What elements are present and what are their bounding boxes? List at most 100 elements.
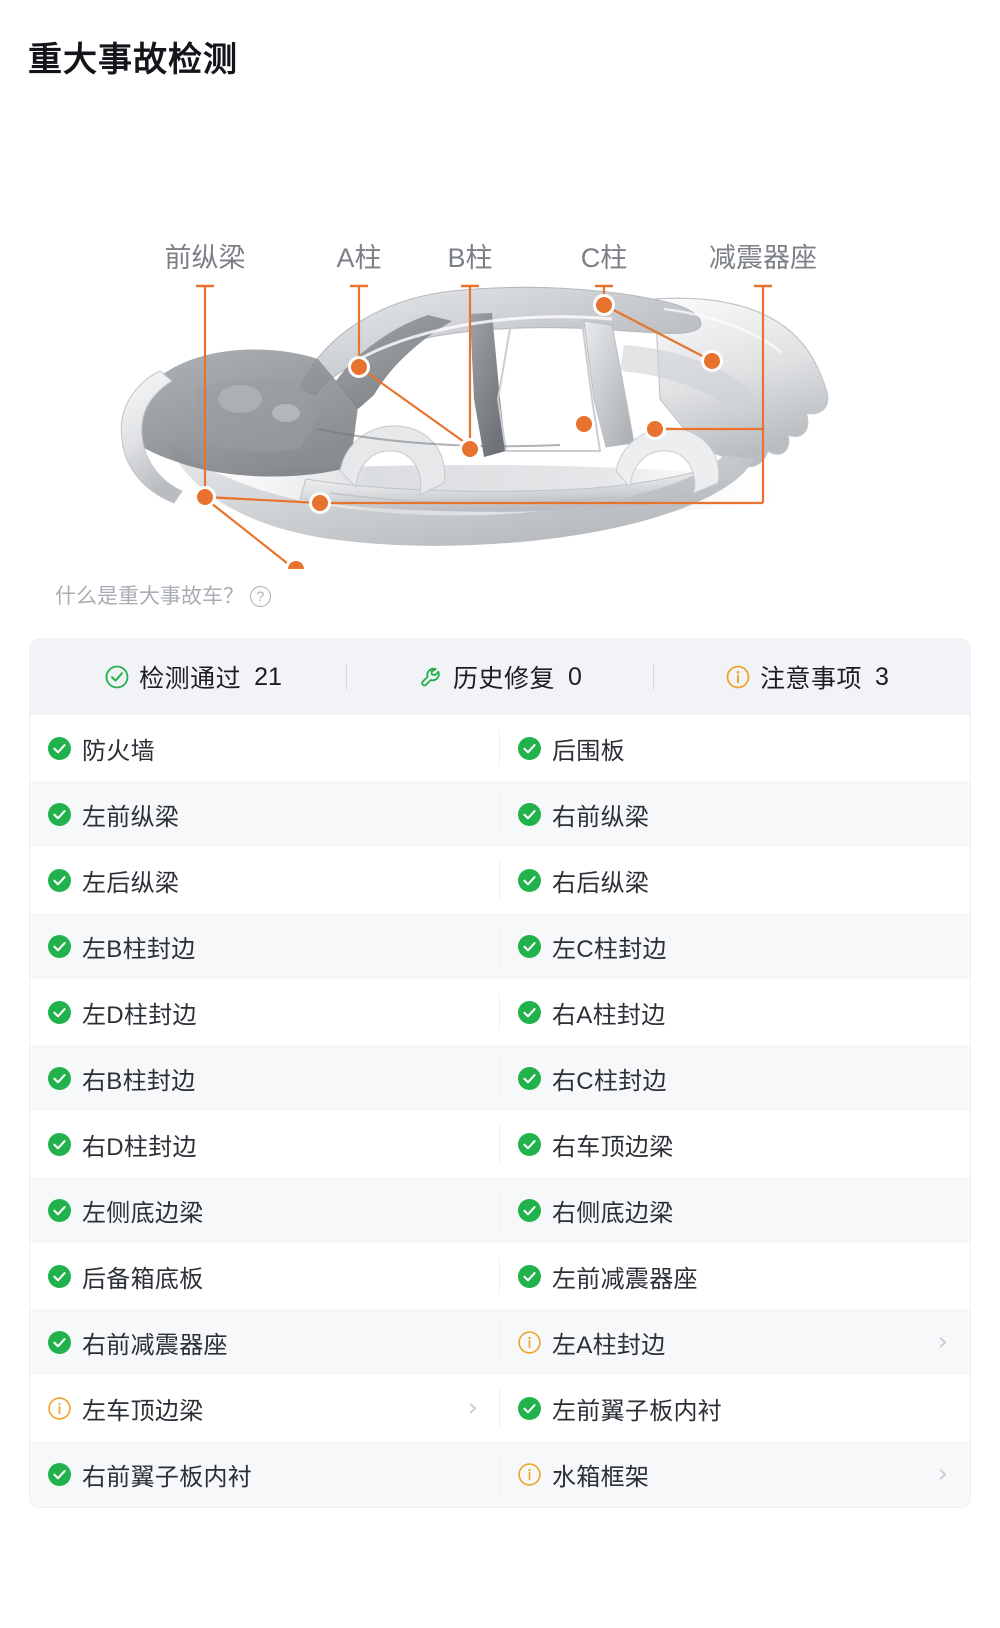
inspection-item-19: 右前减震器座: [30, 1309, 500, 1375]
what-is-major-accident-link[interactable]: 什么是重大事故车？ ?: [0, 569, 1000, 615]
check-circle-filled-icon: [48, 736, 71, 760]
check-circle-outline-icon: [104, 664, 130, 690]
check-circle-filled-icon: [48, 1066, 71, 1090]
inspection-item-label: 左前减震器座: [552, 1265, 698, 1293]
inspection-item-18: 左前减震器座: [500, 1243, 970, 1309]
inspection-item-label: 左A柱封边: [552, 1331, 666, 1359]
inspection-item-10: 右A柱封边: [500, 979, 970, 1045]
inspection-item-label: 左C柱封边: [552, 935, 667, 963]
inspection-item-label: 后围板: [552, 737, 625, 765]
inspection-item-label: 右C柱封边: [552, 1067, 667, 1095]
inspection-item-7: 左B柱封边: [30, 913, 500, 979]
summary-item-repaired[interactable]: 历史修复 0: [347, 659, 653, 695]
summary-label-passed: 检测通过: [139, 665, 242, 693]
inspection-item-11: 右B柱封边: [30, 1045, 500, 1111]
inspection-item-17: 后备箱底板: [30, 1243, 500, 1309]
inspection-item-label: 左前翼子板内衬: [552, 1397, 723, 1425]
inspection-card: 检测通过 21 历史修复 0 注意事项 3 防火墙 后围板 左前纵梁 右前纵梁 …: [30, 639, 970, 1507]
summary-label-notices: 注意事项: [760, 665, 863, 693]
inspection-item-24[interactable]: 水箱框架 ›: [500, 1441, 970, 1507]
inspection-item-8: 左C柱封边: [500, 913, 970, 979]
summary-item-notices[interactable]: 注意事项 3: [654, 659, 960, 695]
inspection-item-label: 右B柱封边: [82, 1067, 196, 1095]
check-circle-filled-icon: [518, 934, 541, 958]
inspection-item-label: 左D柱封边: [82, 1001, 197, 1029]
inspection-item-label: 防火墙: [82, 737, 155, 765]
inspection-item-label: 右后纵梁: [552, 869, 650, 897]
inspection-item-label: 右前纵梁: [552, 803, 650, 831]
inspection-item-label: 右前减震器座: [82, 1331, 228, 1359]
inspection-item-4: 右前纵梁: [500, 781, 970, 847]
check-circle-filled-icon: [48, 868, 71, 892]
inspection-item-label: 右侧底边梁: [552, 1199, 674, 1227]
inspection-item-label: 右车顶边梁: [552, 1133, 674, 1161]
inspection-item-12: 右C柱封边: [500, 1045, 970, 1111]
check-circle-filled-icon: [48, 1330, 71, 1354]
info-circle-icon: [48, 1396, 71, 1420]
wrench-icon: [418, 664, 444, 690]
summary-count-repaired: 0: [568, 662, 582, 691]
check-circle-filled-icon: [518, 1396, 541, 1420]
inspection-item-1: 防火墙: [30, 715, 500, 781]
question-circle-icon[interactable]: ?: [250, 585, 271, 607]
inspection-item-20[interactable]: 左A柱封边 ›: [500, 1309, 970, 1375]
inspection-item-2: 后围板: [500, 715, 970, 781]
inspection-item-9: 左D柱封边: [30, 979, 500, 1045]
summary-item-passed[interactable]: 检测通过 21: [40, 659, 346, 695]
check-circle-filled-icon: [518, 1264, 541, 1288]
info-circle-icon: [518, 1462, 541, 1486]
inspection-item-label: 右D柱封边: [82, 1133, 197, 1161]
chevron-right-icon[interactable]: ›: [938, 1461, 948, 1487]
inspection-item-label: 左B柱封边: [82, 935, 196, 963]
check-circle-filled-icon: [518, 736, 541, 760]
check-circle-filled-icon: [518, 1066, 541, 1090]
inspection-item-label: 右A柱封边: [552, 1001, 666, 1029]
inspection-item-list: 防火墙 后围板左前纵梁 右前纵梁左后纵梁 右后纵梁左B柱封边 左C柱封边左D柱封边 右A柱…: [30, 715, 970, 1507]
car-body-diagram: 前纵梁 A柱 B柱 C柱 减震器座: [0, 99, 1000, 569]
check-circle-filled-icon: [48, 1264, 71, 1288]
inspection-item-label: 左车顶边梁: [82, 1397, 204, 1425]
inspection-item-15: 左侧底边梁: [30, 1177, 500, 1243]
hint-text: 什么是重大事故车？: [55, 585, 244, 608]
check-circle-filled-icon: [518, 802, 541, 826]
info-circle-icon: [518, 1330, 541, 1354]
inspection-item-13: 右D柱封边: [30, 1111, 500, 1177]
inspection-item-label: 左后纵梁: [82, 869, 180, 897]
inspection-item-6: 右后纵梁: [500, 847, 970, 913]
check-circle-filled-icon: [48, 1132, 71, 1156]
diagram-label: 减震器座: [709, 243, 817, 273]
check-circle-filled-icon: [48, 934, 71, 958]
summary-count-passed: 21: [254, 662, 282, 691]
page-title: 重大事故检测: [28, 41, 238, 79]
inspection-summary: 检测通过 21 历史修复 0 注意事项 3: [30, 639, 970, 715]
check-circle-filled-icon: [518, 1132, 541, 1156]
diagram-label: C柱: [581, 243, 628, 273]
chevron-right-icon[interactable]: ›: [468, 1395, 478, 1421]
check-circle-filled-icon: [48, 1462, 71, 1486]
inspection-item-14: 右车顶边梁: [500, 1111, 970, 1177]
inspection-item-label: 水箱框架: [552, 1463, 650, 1491]
inspection-item-16: 右侧底边梁: [500, 1177, 970, 1243]
inspection-item-label: 右前翼子板内衬: [82, 1463, 253, 1491]
info-circle-icon: [725, 664, 751, 690]
diagram-label: A柱: [336, 243, 381, 273]
check-circle-filled-icon: [518, 1000, 541, 1024]
chevron-right-icon[interactable]: ›: [938, 1329, 948, 1355]
inspection-item-3: 左前纵梁: [30, 781, 500, 847]
check-circle-filled-icon: [518, 1198, 541, 1222]
inspection-item-label: 后备箱底板: [82, 1265, 204, 1293]
inspection-item-5: 左后纵梁: [30, 847, 500, 913]
diagram-label: 前纵梁: [165, 243, 246, 273]
inspection-item-21[interactable]: 左车顶边梁 ›: [30, 1375, 500, 1441]
inspection-item-23: 右前翼子板内衬: [30, 1441, 500, 1507]
check-circle-filled-icon: [48, 1198, 71, 1222]
summary-label-repaired: 历史修复: [453, 665, 556, 693]
diagram-label: B柱: [447, 243, 492, 273]
inspection-item-22: 左前翼子板内衬: [500, 1375, 970, 1441]
car-body-illustration: 前纵梁 A柱 B柱 C柱 减震器座: [120, 243, 829, 569]
inspection-item-label: 左前纵梁: [82, 803, 180, 831]
inspection-item-label: 左侧底边梁: [82, 1199, 204, 1227]
check-circle-filled-icon: [48, 802, 71, 826]
check-circle-filled-icon: [518, 868, 541, 892]
check-circle-filled-icon: [48, 1000, 71, 1024]
